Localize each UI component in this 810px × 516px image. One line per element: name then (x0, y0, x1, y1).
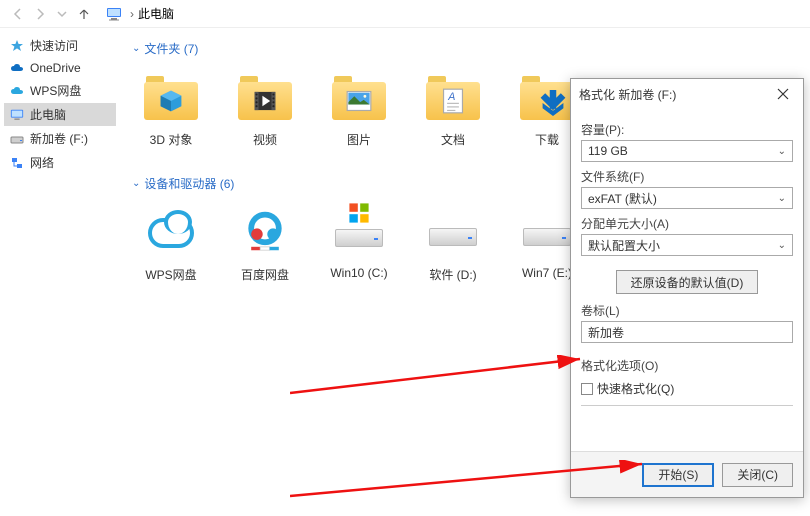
item-label: 软件 (D:) (429, 266, 476, 283)
restore-defaults-button[interactable]: 还原设备的默认值(D) (616, 270, 759, 294)
sidebar-item-onedrive[interactable]: OneDrive (4, 58, 116, 78)
select-value: 119 GB (588, 144, 628, 158)
item-label: 图片 (347, 131, 371, 148)
drive-baidu[interactable]: 百度网盘 (218, 200, 312, 306)
checkbox-label: 快速格式化(Q) (597, 380, 674, 397)
section-title: 文件夹 (7) (144, 40, 198, 57)
chevron-down-icon: ⌄ (778, 240, 786, 251)
item-label: Win7 (E:) (522, 266, 572, 280)
nav-recent-button[interactable] (52, 4, 72, 24)
close-dialog-button[interactable]: 关闭(C) (722, 463, 793, 487)
item-label: WPS网盘 (145, 266, 196, 283)
alloc-select[interactable]: 默认配置大小 ⌄ (581, 234, 793, 256)
sidebar-item-wps[interactable]: WPS网盘 (4, 79, 116, 102)
filesystem-select[interactable]: exFAT (默认) ⌄ (581, 187, 793, 209)
drive-c[interactable]: Win10 (C:) (312, 200, 406, 306)
folder-documents[interactable]: A 文档 (406, 65, 500, 171)
folder-pictures[interactable]: 图片 (312, 65, 406, 171)
drive-wps[interactable]: WPS网盘 (124, 200, 218, 306)
start-button[interactable]: 开始(S) (642, 463, 714, 487)
pc-icon (106, 6, 122, 22)
cloud-icon (10, 61, 24, 75)
item-label: 百度网盘 (241, 266, 289, 283)
chevron-down-icon: ⌄ (778, 146, 786, 157)
navigation-pane: 快速访问 OneDrive WPS网盘 此电脑 新加卷 (F:) 网络 (0, 28, 120, 516)
item-label: 视频 (253, 131, 277, 148)
svg-text:A: A (447, 91, 455, 103)
input-value: 新加卷 (588, 324, 624, 341)
caret-down-icon: ⌄ (132, 43, 140, 54)
dialog-footer: 开始(S) 关闭(C) (571, 451, 803, 497)
folder-videos[interactable]: 视频 (218, 65, 312, 171)
capacity-label: 容量(P): (581, 121, 793, 138)
volume-label: 卷标(L) (581, 302, 793, 319)
select-value: exFAT (默认) (588, 190, 657, 207)
star-icon (10, 39, 24, 53)
sidebar-item-label: 快速访问 (30, 37, 78, 54)
section-title: 设备和驱动器 (6) (144, 175, 234, 192)
sidebar-item-this-pc[interactable]: 此电脑 (4, 103, 116, 126)
item-label: Win10 (C:) (330, 266, 387, 280)
sidebar-item-network[interactable]: 网络 (4, 151, 116, 174)
capacity-select[interactable]: 119 GB ⌄ (581, 140, 793, 162)
format-dialog: 格式化 新加卷 (F:) 容量(P): 119 GB⌄ 文件系统(F) exFA… (570, 78, 804, 498)
caret-down-icon: ⌄ (132, 178, 140, 189)
sidebar-item-quick-access[interactable]: 快速访问 (4, 34, 116, 57)
sidebar-item-label: 新加卷 (F:) (30, 130, 88, 147)
sidebar-item-volume-f[interactable]: 新加卷 (F:) (4, 127, 116, 150)
address-bar: › 此电脑 (0, 0, 810, 28)
item-label: 3D 对象 (150, 131, 193, 148)
close-button[interactable] (765, 81, 801, 107)
network-icon (10, 156, 24, 170)
nav-back-button[interactable] (8, 4, 28, 24)
sidebar-item-label: OneDrive (30, 61, 81, 75)
sidebar-item-label: 网络 (30, 154, 54, 171)
item-label: 下载 (535, 131, 559, 148)
pc-icon (10, 108, 24, 122)
folder-3d-objects[interactable]: 3D 对象 (124, 65, 218, 171)
cloud-icon (10, 84, 24, 98)
sidebar-item-label: 此电脑 (30, 106, 66, 123)
folders-section-header[interactable]: ⌄ 文件夹 (7) (132, 40, 806, 57)
address-text[interactable]: 此电脑 (138, 5, 174, 22)
sidebar-item-label: WPS网盘 (30, 82, 81, 99)
volume-input[interactable]: 新加卷 (581, 321, 793, 343)
drive-icon (10, 132, 24, 146)
checkbox-icon (581, 383, 593, 395)
drive-d[interactable]: 软件 (D:) (406, 200, 500, 306)
quick-format-checkbox[interactable]: 快速格式化(Q) (581, 380, 793, 397)
nav-forward-button[interactable] (30, 4, 50, 24)
filesystem-label: 文件系统(F) (581, 168, 793, 185)
alloc-label: 分配单元大小(A) (581, 215, 793, 232)
select-value: 默认配置大小 (588, 237, 660, 254)
nav-up-button[interactable] (74, 4, 94, 24)
options-label: 格式化选项(O) (581, 357, 793, 374)
item-label: 文档 (441, 131, 465, 148)
chevron-down-icon: ⌄ (778, 193, 786, 204)
chevron-right-icon: › (130, 7, 134, 21)
